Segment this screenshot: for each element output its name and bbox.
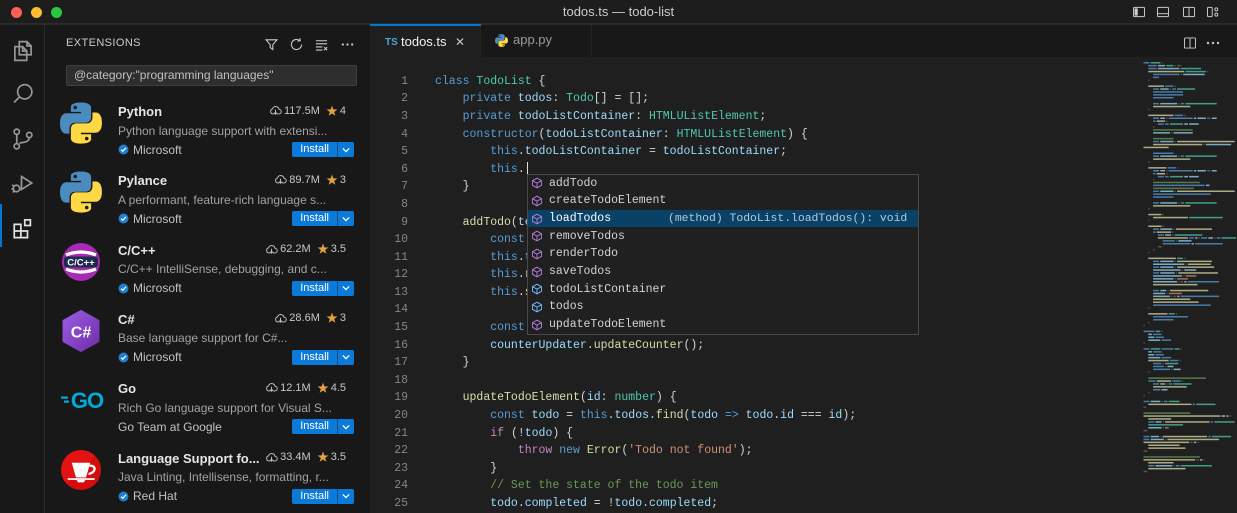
svg-text:C#: C# (71, 324, 92, 341)
svg-text:GO: GO (71, 388, 104, 413)
svg-text:C/C++: C/C++ (67, 257, 95, 268)
